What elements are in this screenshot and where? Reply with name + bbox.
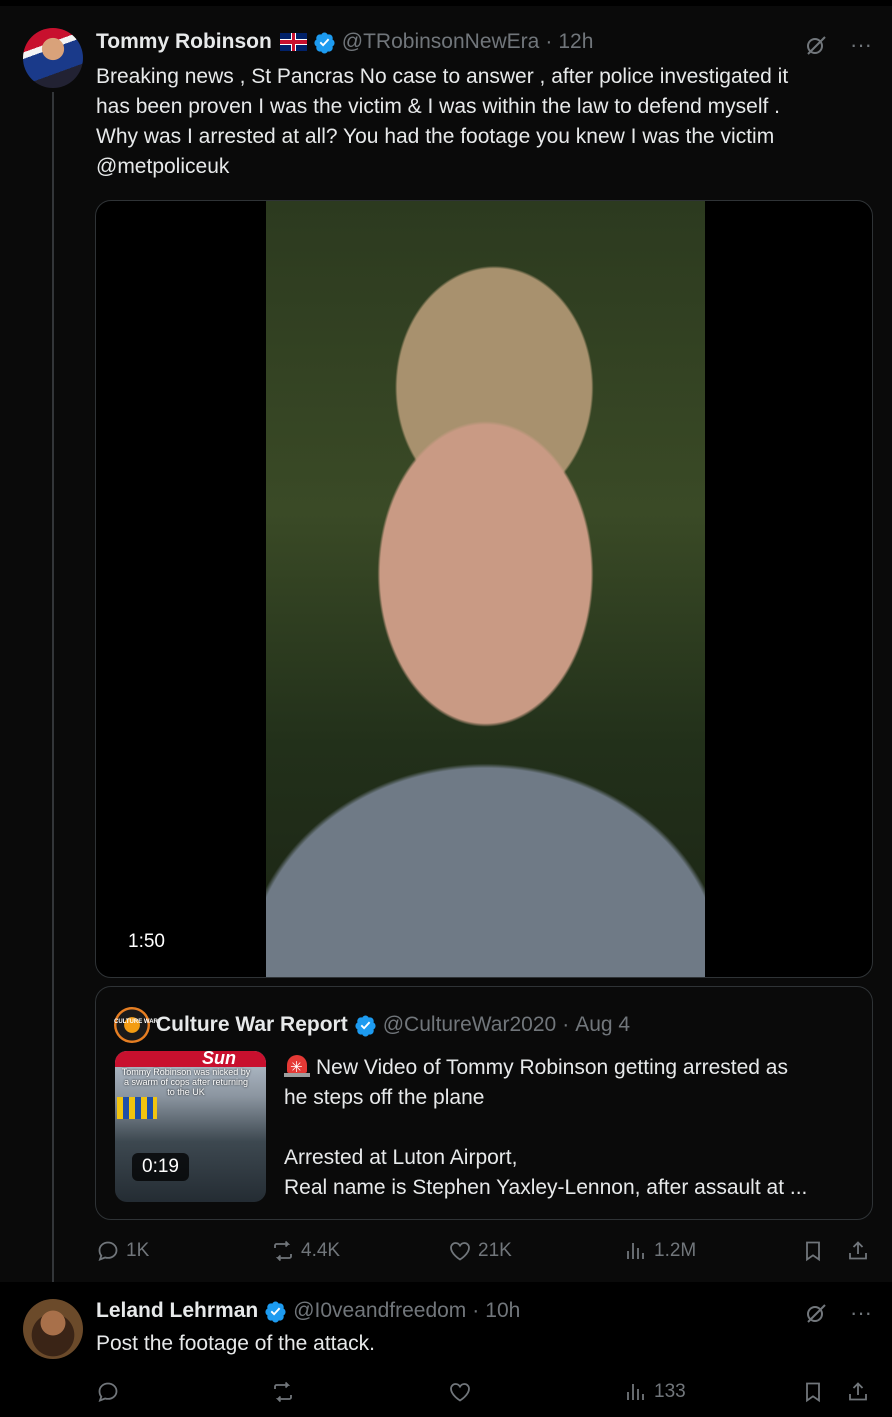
- bookmark-icon: [806, 1241, 820, 1262]
- reply-icon: [98, 1382, 118, 1403]
- verified-badge-icon: [314, 31, 335, 54]
- quote-author-name: Culture War Report: [156, 1013, 348, 1036]
- repost-count: 4.4K: [301, 1240, 341, 1261]
- tweet-header: Tommy Robinson @TRobinsonNewEra · 12h: [96, 30, 593, 54]
- verified-badge-icon: [355, 1014, 376, 1037]
- quote-video-duration: 0:19: [132, 1153, 189, 1181]
- quote-author-handle: @CultureWar2020: [382, 1013, 557, 1036]
- video-duration: 1:50: [128, 931, 165, 952]
- video-thumbnail[interactable]: [266, 201, 705, 977]
- separator: ·: [545, 30, 553, 53]
- reply-author-name[interactable]: Leland Lehrman: [96, 1299, 258, 1323]
- quote-timestamp: Aug 4: [575, 1013, 631, 1036]
- heart-icon: [450, 1242, 470, 1261]
- author-handle[interactable]: @TRobinsonNewEra: [342, 30, 540, 54]
- repost-button[interactable]: [271, 1380, 301, 1404]
- reply-timestamp[interactable]: 10h: [485, 1299, 520, 1323]
- quote-tweet[interactable]: CULTURE WAR Culture War Report @CultureW…: [95, 986, 873, 1220]
- views-button[interactable]: 1.2M: [624, 1239, 696, 1263]
- quote-author-avatar: CULTURE WAR: [114, 1007, 158, 1043]
- quote-text: New Video of Tommy Robinson getting arre…: [284, 1053, 858, 1203]
- repost-button[interactable]: 4.4K: [271, 1239, 340, 1263]
- uk-flag-icon: [279, 33, 307, 51]
- police-van: [117, 1097, 157, 1119]
- tweet-top-actions: ···: [804, 32, 872, 58]
- reply-icon: [98, 1241, 118, 1262]
- separator: ·: [472, 1299, 480, 1322]
- views-icon: [627, 1384, 644, 1400]
- thumb-caption: Tommy Robinson was nicked by a swarm of …: [121, 1067, 251, 1097]
- reply-author-avatar[interactable]: [23, 1299, 83, 1359]
- share-button[interactable]: [846, 1380, 870, 1404]
- like-count: 21K: [478, 1240, 512, 1261]
- views-icon: [627, 1243, 644, 1259]
- bookmark-button[interactable]: [801, 1380, 825, 1404]
- more-options-icon[interactable]: ···: [850, 32, 872, 58]
- thread-line: [52, 92, 54, 1298]
- grok-icon[interactable]: [804, 33, 828, 57]
- tweet-actions: 1K 4.4K 21K 1.2M: [96, 1239, 876, 1269]
- video-player[interactable]: [95, 200, 873, 978]
- separator: ·: [562, 1013, 570, 1036]
- share-button[interactable]: [846, 1239, 870, 1263]
- share-icon: [849, 1382, 867, 1401]
- share-icon: [849, 1241, 867, 1260]
- timestamp[interactable]: 12h: [558, 30, 593, 54]
- reply-text: Post the footage of the attack.: [96, 1332, 376, 1355]
- more-options-icon[interactable]: ···: [850, 1300, 872, 1326]
- thumb-banner: Sun: [115, 1051, 266, 1068]
- bookmark-icon: [806, 1382, 820, 1403]
- quote-header: CULTURE WAR Culture War Report @CultureW…: [114, 1007, 630, 1043]
- heart-icon: [450, 1383, 470, 1402]
- main-tweet[interactable]: Tommy Robinson @TRobinsonNewEra · 12h ··…: [0, 0, 892, 1298]
- reply-author-handle[interactable]: @I0veandfreedom: [293, 1299, 466, 1323]
- bookmark-button[interactable]: [801, 1239, 825, 1263]
- view-count: 133: [654, 1381, 686, 1402]
- quote-video-thumbnail[interactable]: Sun Tommy Robinson was nicked by a swarm…: [115, 1051, 266, 1202]
- reply-button[interactable]: 1K: [96, 1239, 149, 1263]
- like-button[interactable]: [448, 1380, 478, 1404]
- tweet-text: Breaking news , St Pancras No case to an…: [96, 65, 789, 178]
- reply-count: 1K: [126, 1240, 150, 1261]
- grok-icon[interactable]: [804, 1301, 828, 1325]
- author-avatar[interactable]: [23, 28, 83, 88]
- author-name[interactable]: Tommy Robinson: [96, 30, 272, 54]
- reply-actions: 133: [96, 1380, 876, 1410]
- verified-badge-icon: [265, 1300, 286, 1323]
- reply-button[interactable]: [96, 1380, 126, 1404]
- like-button[interactable]: 21K: [448, 1239, 512, 1263]
- repost-icon: [274, 1381, 292, 1403]
- siren-emoji-icon: [284, 1053, 310, 1083]
- view-count: 1.2M: [654, 1240, 697, 1261]
- reply-header: Leland Lehrman @I0veandfreedom · 10h: [96, 1299, 520, 1323]
- reply-top-actions: ···: [804, 1300, 872, 1326]
- quote-logo-text: CULTURE WAR: [114, 1019, 158, 1025]
- repost-icon: [274, 1240, 292, 1262]
- views-button[interactable]: 133: [624, 1380, 686, 1404]
- quote-text-body: New Video of Tommy Robinson getting arre…: [284, 1056, 808, 1199]
